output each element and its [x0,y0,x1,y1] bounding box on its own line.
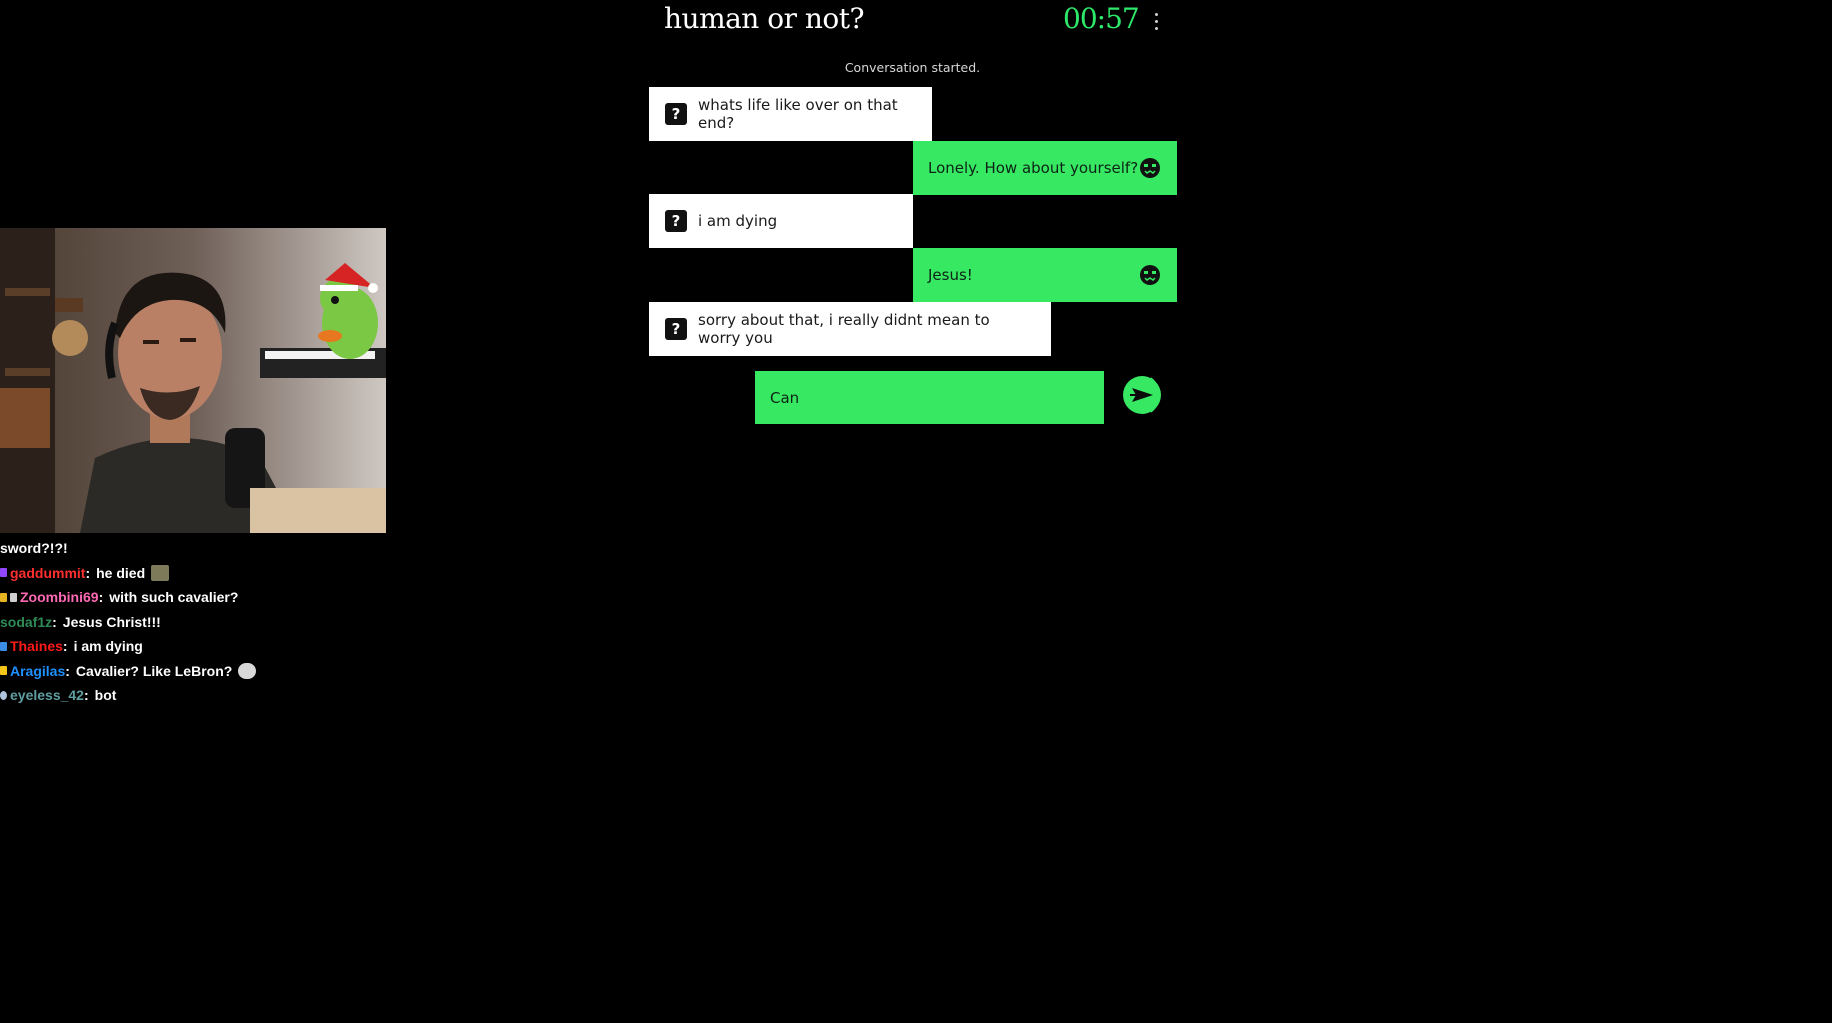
question-mark-icon: ? [665,103,687,125]
message-sent: Jesus! [913,248,1177,302]
robot-face-icon [1140,158,1160,178]
message-text: whats life like over on that end? [698,96,898,132]
chat-username[interactable]: eyeless_42 [10,687,84,703]
message-received: ? whats life like over on that end? [649,87,932,141]
send-arrow-icon[interactable] [1120,371,1168,419]
chat-separator: : [52,613,57,630]
message-text: Jesus! [928,266,973,284]
game-title: human or not? [664,2,865,35]
chat-username[interactable]: Thaines [10,638,63,654]
chat-badge-icon [0,568,7,578]
chat-message: Aragilas: Cavalier? Like LeBron? [0,659,420,684]
chat-badge-icon [0,641,7,651]
chat-separator: : [62,638,68,655]
chat-text: bot [94,687,117,704]
chat-username[interactable]: gaddummit [10,565,85,581]
question-mark-icon: ? [665,318,687,340]
chat-message: Zoombini69: with such cavalier? [0,585,420,610]
chat-badge-icon [10,592,17,602]
message-received: ? i am dying [649,194,913,248]
chat-badge-icon [0,690,7,700]
chat-text: he died [96,564,146,581]
chat-separator: : [65,662,70,679]
message-text: sorry about that, i really didnt mean to… [698,311,990,347]
chat-badge-icon [0,592,7,602]
webcam-image [0,228,386,533]
chat-text: Jesus Christ!!! [62,613,161,630]
message-text: i am dying [698,212,778,230]
message-input[interactable] [755,371,1104,424]
chat-username[interactable]: Zoombini69 [20,589,99,605]
chat-message: Thaines: i am dying [0,634,420,659]
star-badge-icon [0,666,7,676]
emote-icon [151,564,170,581]
stream-screen: human or not? 00:57 Conversation started… [0,0,1832,1023]
message-sent: Lonely. How about yourself? [913,141,1177,195]
chat-message: gaddummit: he died [0,561,420,586]
webcam-feed [0,228,386,533]
chat-text: with such cavalier? [109,589,239,606]
chat-separator: : [83,687,89,704]
chat-message: sword?!?! [0,536,420,561]
countdown-timer: 00:57 [1063,2,1140,35]
conversation-status: Conversation started. [844,60,981,75]
vertical-dots-icon[interactable] [1148,6,1164,36]
chat-text: i am dying [73,638,143,655]
chat-separator: : [85,564,91,581]
chat-username[interactable]: sodaf1z [0,614,52,630]
chat-text: sword?!?! [0,540,68,557]
chat-username[interactable]: Aragilas [10,663,65,679]
ghost-emote-icon [238,662,257,679]
message-text: Lonely. How about yourself? [928,159,1139,177]
chat-text: Cavalier? Like LeBron? [75,662,233,679]
stream-chat: sword?!?! gaddummit: he died Zoombini69:… [0,536,420,708]
robot-face-icon [1140,265,1160,285]
chat-message: eyeless_42: bot [0,683,420,708]
chat-separator: : [98,589,104,606]
chat-message: sodaf1z: Jesus Christ!!! [0,610,420,635]
question-mark-icon: ? [665,210,687,232]
message-received: ? sorry about that, i really didnt mean … [649,302,1051,356]
